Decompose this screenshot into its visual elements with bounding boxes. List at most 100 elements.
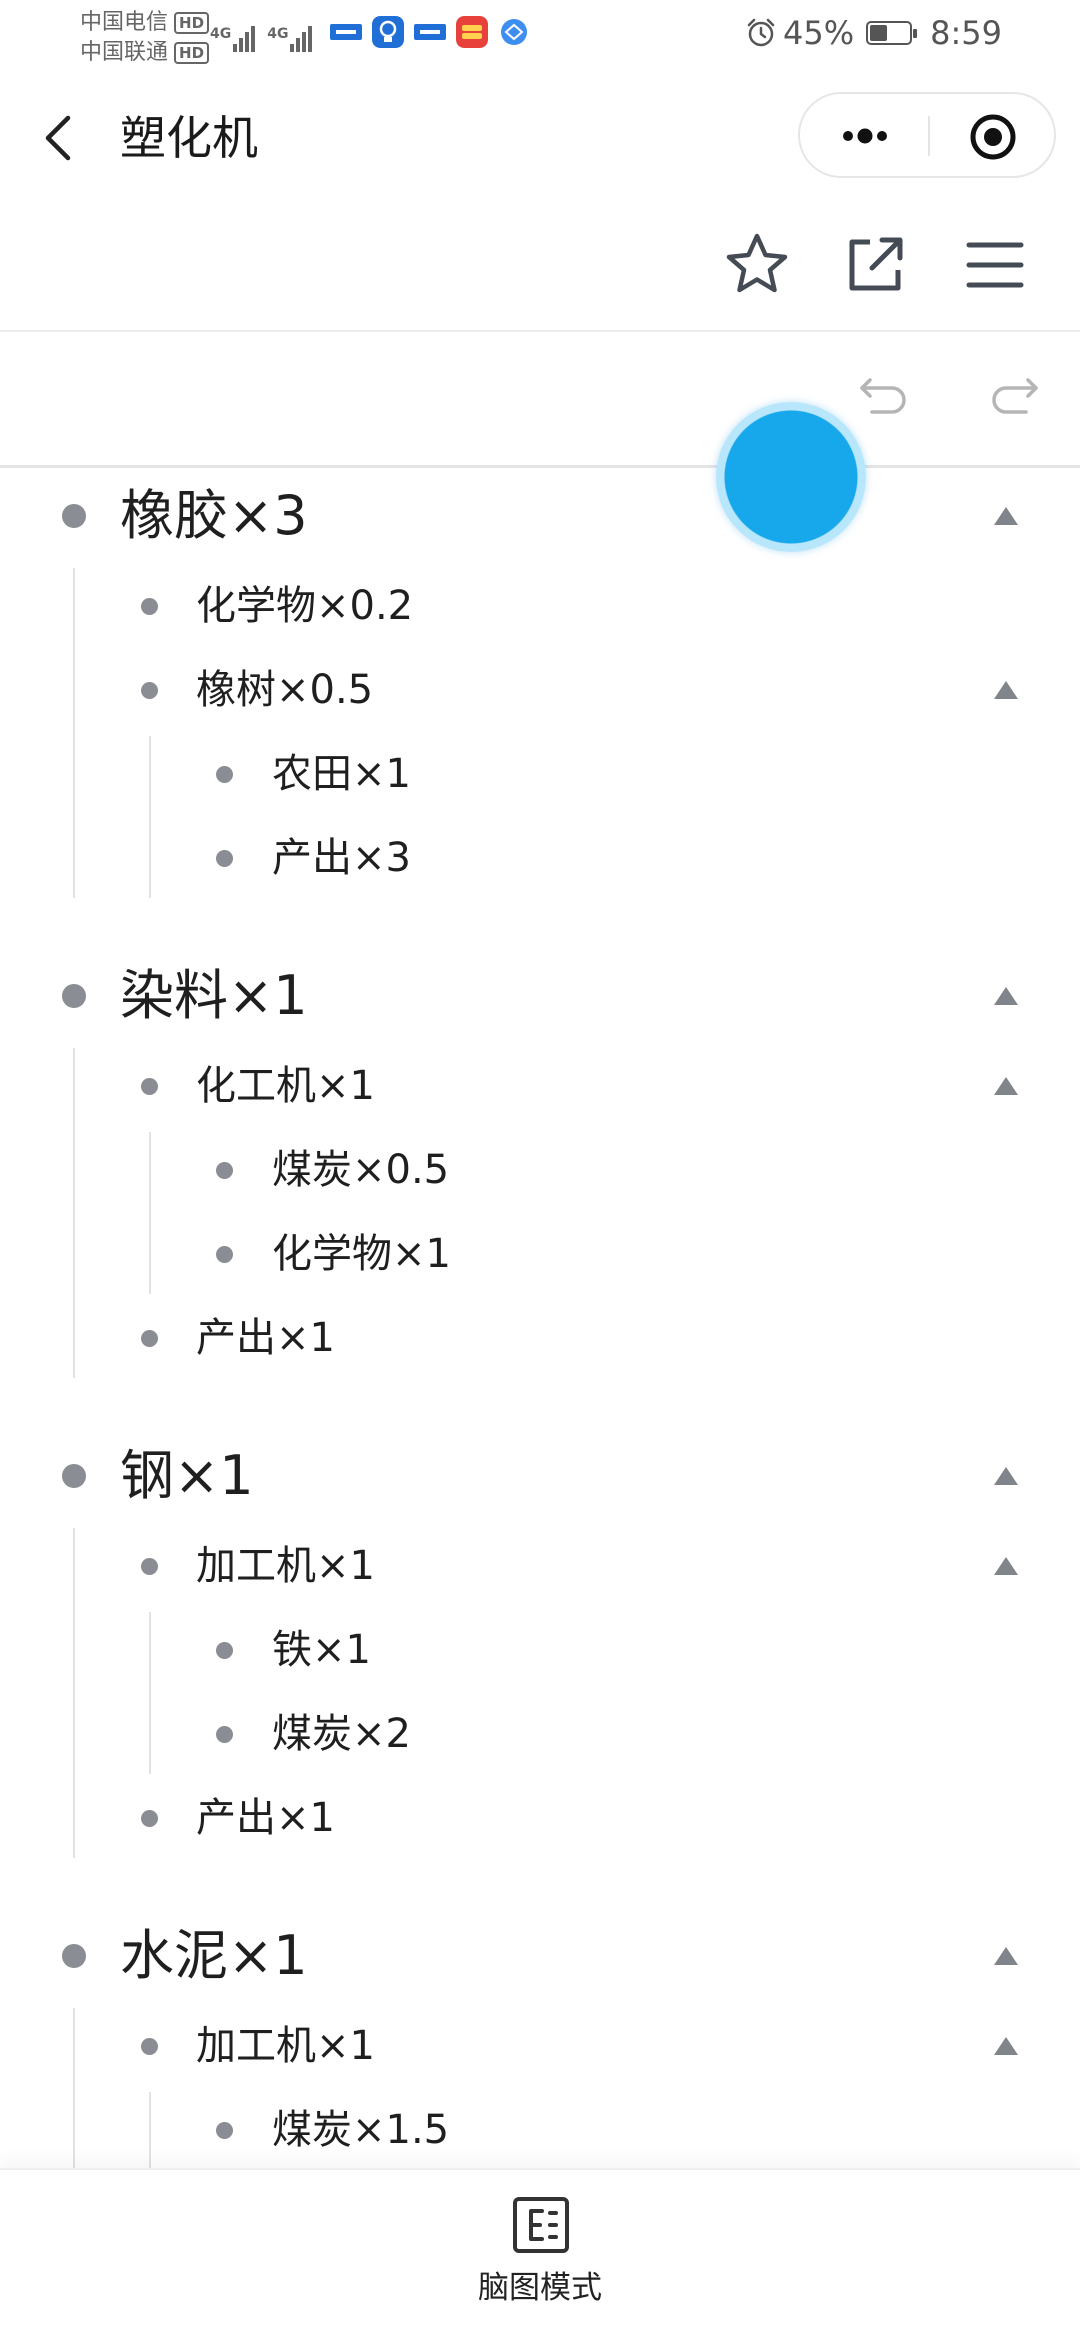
outline-node-label[interactable]: 产出×3	[272, 816, 411, 900]
battery-icon	[866, 21, 918, 45]
bullet-dot[interactable]	[62, 1464, 86, 1488]
bullet-dot[interactable]	[141, 681, 158, 699]
mindmap-mode-label: 脑图模式	[478, 2270, 602, 2306]
outline-tree: 橡胶×3 化学物×0.2 橡树×0.5 农田×1 产出×3 染料×1 化工机×1 煤炭×0.5…	[0, 468, 1080, 2168]
outline-node-label[interactable]: 农田×1	[272, 732, 411, 816]
share-export-icon[interactable]	[840, 230, 910, 300]
star-icon[interactable]	[722, 230, 792, 300]
bullet-dot[interactable]	[216, 1725, 233, 1743]
outline-node-label[interactable]: 加工机×1	[196, 2004, 375, 2088]
collapse-triangle-icon[interactable]	[992, 1465, 1020, 1487]
outline-node-label[interactable]: 化工机×1	[196, 1044, 375, 1128]
outline-node-label[interactable]: 染料×1	[120, 948, 308, 1044]
outline-node-level-2[interactable]: 煤炭×2	[0, 1692, 1080, 1776]
redo-icon[interactable]	[986, 366, 1042, 422]
shopping-app-icon	[456, 16, 488, 48]
outline-node-level-2[interactable]: 化学物×1	[0, 1212, 1080, 1296]
signal-icon: 4G	[267, 26, 314, 52]
bullet-dot[interactable]	[62, 1944, 86, 1968]
hd-badge: HD	[174, 12, 210, 34]
collapse-triangle-icon[interactable]	[992, 679, 1020, 701]
outline-node-level-2[interactable]: 煤炭×0.5	[0, 1128, 1080, 1212]
bullet-dot[interactable]	[216, 1641, 233, 1659]
bullet-dot[interactable]	[62, 984, 86, 1008]
outline-node-level-2[interactable]: 产出×3	[0, 816, 1080, 900]
status-right: 45% 8:59	[745, 14, 1002, 52]
bullet-dot[interactable]	[62, 504, 86, 528]
signal-indicators: 4G 4G	[210, 16, 324, 52]
back-arrow-icon[interactable]	[40, 112, 76, 164]
outline-node-label[interactable]: 产出×1	[196, 1296, 335, 1380]
collapse-triangle-icon[interactable]	[992, 985, 1020, 1007]
title-bar: 塑化机	[0, 72, 1080, 202]
outline-node-label[interactable]: 钢×1	[120, 1428, 254, 1524]
outline-node-label[interactable]: 橡胶×3	[120, 468, 308, 564]
outline-node-label[interactable]: 化学物×0.2	[196, 564, 413, 648]
bullet-dot[interactable]	[216, 2121, 233, 2139]
outline-node-label[interactable]: 橡树×0.5	[196, 648, 373, 732]
status-bar: 中国电信 HD 中国联通 HD 4G 4G 45% 8:59	[0, 0, 1080, 72]
bullet-dot[interactable]	[141, 1077, 158, 1095]
capsule-divider	[928, 116, 930, 156]
notification-icons	[330, 16, 540, 48]
bullet-dot[interactable]	[216, 1161, 233, 1179]
alarm-icon	[747, 18, 775, 47]
carrier-info: 中国电信 HD 中国联通 HD	[80, 8, 210, 68]
collapse-triangle-icon[interactable]	[992, 1945, 1020, 1967]
battery-percent: 45%	[783, 14, 855, 52]
outline-node-label[interactable]: 化学物×1	[272, 1212, 451, 1296]
menu-icon[interactable]	[960, 230, 1030, 300]
network-type: 4G	[267, 26, 289, 42]
collapse-triangle-icon[interactable]	[992, 505, 1020, 527]
bullet-dot[interactable]	[141, 1329, 158, 1347]
outline-node-level-2[interactable]: 农田×1	[0, 732, 1080, 816]
outline-node-level-1[interactable]: 加工机×1	[0, 2004, 1080, 2088]
outline-node-level-0[interactable]: 水泥×1	[0, 1908, 1080, 2004]
outline-node-level-1[interactable]: 橡树×0.5	[0, 648, 1080, 732]
edit-history-bar	[0, 332, 1080, 468]
signal-icon: 4G	[210, 26, 257, 52]
bullet-dot[interactable]	[141, 1557, 158, 1575]
more-options-icon[interactable]	[830, 114, 900, 158]
bullet-dot[interactable]	[141, 1809, 158, 1827]
bullet-dot[interactable]	[216, 1245, 233, 1263]
collapse-triangle-icon[interactable]	[992, 1075, 1020, 1097]
outline-node-label[interactable]: 铁×1	[272, 1608, 371, 1692]
outline-node-level-0[interactable]: 钢×1	[0, 1428, 1080, 1524]
outline-node-level-1[interactable]: 产出×1	[0, 1296, 1080, 1380]
network-type: 4G	[210, 26, 232, 42]
battery-level	[870, 25, 888, 41]
outline-node-level-1[interactable]: 化工机×1	[0, 1044, 1080, 1128]
browser-app-icon	[501, 19, 527, 45]
outline-node-level-0[interactable]: 染料×1	[0, 948, 1080, 1044]
collapse-triangle-icon[interactable]	[992, 2035, 1020, 2057]
carrier-2: 中国联通	[80, 40, 169, 65]
floating-assistive-ball[interactable]	[716, 402, 866, 552]
outline-node-label[interactable]: 煤炭×1.5	[272, 2088, 449, 2168]
page-title: 塑化机	[120, 111, 258, 165]
outline-node-level-0[interactable]: 橡胶×3	[0, 468, 1080, 564]
screen: 中国电信 HD 中国联通 HD 4G 4G 45% 8:59 塑化机 橡胶×3 …	[0, 0, 1080, 2340]
outline-node-level-1[interactable]: 加工机×1	[0, 1524, 1080, 1608]
outline-node-level-2[interactable]: 煤炭×1.5	[0, 2088, 1080, 2168]
outline-node-level-2[interactable]: 铁×1	[0, 1608, 1080, 1692]
mindmap-icon	[513, 2197, 569, 2253]
outline-node-label[interactable]: 产出×1	[196, 1776, 335, 1860]
app-notification-icon	[330, 24, 362, 40]
outline-node-label[interactable]: 煤炭×2	[272, 1692, 411, 1776]
bullet-dot[interactable]	[141, 2037, 158, 2055]
mindmap-mode-button[interactable]: 脑图模式	[440, 2196, 640, 2316]
outline-node-label[interactable]: 水泥×1	[120, 1908, 308, 2004]
clock: 8:59	[930, 14, 1002, 52]
bullet-dot[interactable]	[216, 849, 233, 867]
collapse-triangle-icon[interactable]	[992, 1555, 1020, 1577]
bullet-dot[interactable]	[141, 597, 158, 615]
outline-node-level-1[interactable]: 化学物×0.2	[0, 564, 1080, 648]
undo-icon[interactable]	[856, 366, 912, 422]
close-target-icon[interactable]	[968, 112, 1018, 162]
mini-program-capsule	[798, 92, 1056, 178]
bullet-dot[interactable]	[216, 765, 233, 783]
outline-node-label[interactable]: 加工机×1	[196, 1524, 375, 1608]
outline-node-label[interactable]: 煤炭×0.5	[272, 1128, 449, 1212]
outline-node-level-1[interactable]: 产出×1	[0, 1776, 1080, 1860]
